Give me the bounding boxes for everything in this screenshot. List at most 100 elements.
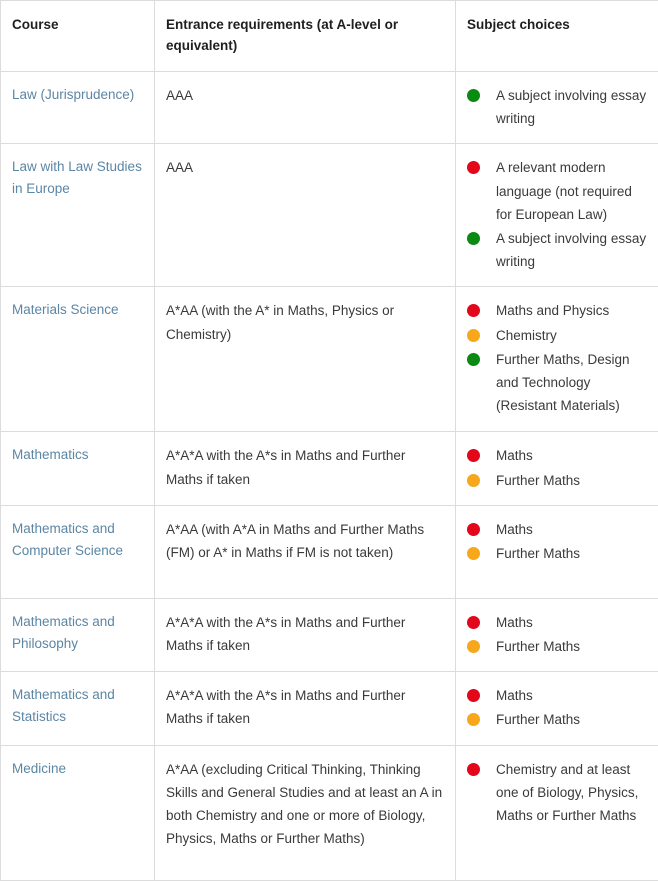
red-dot-icon xyxy=(467,689,480,702)
table-row: Mathematics and Computer Science A*AA (wi… xyxy=(1,505,658,598)
subject-choices-cell: Maths Further Maths xyxy=(456,432,658,505)
amber-dot-icon xyxy=(467,474,480,487)
subject-choice-label: Further Maths xyxy=(496,712,580,727)
subject-choices-cell: Maths Further Maths xyxy=(456,672,658,745)
column-header-course: Course xyxy=(1,1,155,72)
amber-dot-icon xyxy=(467,329,480,342)
subject-choice-list: Maths and Physics Chemistry Further Maths,… xyxy=(467,299,648,417)
subject-choice-list: A subject involving essay writing xyxy=(467,84,648,130)
table-header: Course Entrance requirements (at A-level… xyxy=(1,1,658,72)
course-name-cell: Medicine xyxy=(1,745,155,880)
subject-choice-label: Maths xyxy=(496,615,533,630)
red-dot-icon xyxy=(467,616,480,629)
course-link[interactable]: Materials Science xyxy=(12,302,119,317)
subject-choice-label: A subject involving essay writing xyxy=(496,231,646,269)
entrance-requirements-cell: AAA xyxy=(155,71,456,143)
subject-choice-label: Further Maths xyxy=(496,473,580,488)
table-row: Law with Law Studies in Europe AAA A relev… xyxy=(1,144,658,287)
green-dot-icon xyxy=(467,89,480,102)
table-row: Mathematics and Philosophy A*A*A with the… xyxy=(1,598,658,671)
table-row: Mathematics and Statistics A*A*A with the… xyxy=(1,672,658,745)
course-name-cell: Law (Jurisprudence) xyxy=(1,71,155,143)
entrance-requirements-cell: AAA xyxy=(155,144,456,287)
subject-choice-label: Maths xyxy=(496,688,533,703)
subject-choice-label: Maths and Physics xyxy=(496,303,609,318)
red-dot-icon xyxy=(467,763,480,776)
subject-choice-label: A subject involving essay writing xyxy=(496,88,646,126)
subject-choice-item: Further Maths xyxy=(467,542,648,565)
subject-choice-item: Chemistry and at least one of Biology, P… xyxy=(467,758,648,828)
subject-choice-item: A relevant modern language (not required… xyxy=(467,156,648,226)
course-link[interactable]: Law with Law Studies in Europe xyxy=(12,159,142,196)
subject-choice-item: Maths xyxy=(467,518,648,541)
subject-choice-item: Further Maths xyxy=(467,469,648,492)
subject-choices-cell: Maths Further Maths xyxy=(456,505,658,598)
course-link[interactable]: Mathematics xyxy=(12,447,89,462)
subject-choice-list: Maths Further Maths xyxy=(467,518,648,565)
red-dot-icon xyxy=(467,449,480,462)
entrance-requirements-cell: A*A*A with the A*s in Maths and Further … xyxy=(155,432,456,505)
subject-choice-item: Maths xyxy=(467,684,648,707)
subject-choice-item: A subject involving essay writing xyxy=(467,227,648,273)
course-link[interactable]: Mathematics and Philosophy xyxy=(12,614,115,651)
amber-dot-icon xyxy=(467,640,480,653)
column-header-subject-choices: Subject choices xyxy=(456,1,658,72)
subject-choice-label: Chemistry and at least one of Biology, P… xyxy=(496,762,638,823)
subject-choice-list: Maths Further Maths xyxy=(467,684,648,731)
subject-choice-item: Further Maths, Design and Technology (Re… xyxy=(467,348,648,418)
course-name-cell: Mathematics and Philosophy xyxy=(1,598,155,671)
course-name-cell: Materials Science xyxy=(1,287,155,432)
amber-dot-icon xyxy=(467,547,480,560)
course-requirements-table: Course Entrance requirements (at A-level… xyxy=(0,0,658,881)
subject-choices-cell: Chemistry and at least one of Biology, P… xyxy=(456,745,658,880)
course-name-cell: Mathematics and Computer Science xyxy=(1,505,155,598)
subject-choice-label: Further Maths, Design and Technology (Re… xyxy=(496,352,630,413)
subject-choice-label: Further Maths xyxy=(496,546,580,561)
course-link[interactable]: Law (Jurisprudence) xyxy=(12,87,134,102)
course-link[interactable]: Mathematics and Computer Science xyxy=(12,521,123,558)
column-header-entrance-requirements: Entrance requirements (at A-level or equ… xyxy=(155,1,456,72)
subject-choices-cell: A subject involving essay writing xyxy=(456,71,658,143)
entrance-requirements-cell: A*AA (with A*A in Maths and Further Math… xyxy=(155,505,456,598)
entrance-requirements-cell: A*AA (with the A* in Maths, Physics or C… xyxy=(155,287,456,432)
subject-choice-label: Further Maths xyxy=(496,639,580,654)
subject-choice-item: Chemistry xyxy=(467,324,648,347)
subject-choice-item: Maths and Physics xyxy=(467,299,648,322)
subject-choices-cell: A relevant modern language (not required… xyxy=(456,144,658,287)
table-body: Law (Jurisprudence) AAA A subject involvin… xyxy=(1,71,658,880)
subject-choice-label: Maths xyxy=(496,522,533,537)
entrance-requirements-cell: A*A*A with the A*s in Maths and Further … xyxy=(155,672,456,745)
subject-choice-item: A subject involving essay writing xyxy=(467,84,648,130)
amber-dot-icon xyxy=(467,713,480,726)
green-dot-icon xyxy=(467,353,480,366)
subject-choice-item: Further Maths xyxy=(467,635,648,658)
subject-choice-item: Further Maths xyxy=(467,708,648,731)
table-row: Law (Jurisprudence) AAA A subject involvin… xyxy=(1,71,658,143)
subject-choice-label: Chemistry xyxy=(496,328,557,343)
subject-choice-list: Chemistry and at least one of Biology, P… xyxy=(467,758,648,828)
subject-choice-label: Maths xyxy=(496,448,533,463)
table-row: Medicine A*AA (excluding Critical Thinkin… xyxy=(1,745,658,880)
subject-choice-item: Maths xyxy=(467,444,648,467)
table-row: Mathematics A*A*A with the A*s in Maths a… xyxy=(1,432,658,505)
subject-choice-list: A relevant modern language (not required… xyxy=(467,156,648,273)
subject-choice-list: Maths Further Maths xyxy=(467,444,648,491)
entrance-requirements-cell: A*AA (excluding Critical Thinking, Think… xyxy=(155,745,456,880)
subject-choices-cell: Maths Further Maths xyxy=(456,598,658,671)
red-dot-icon xyxy=(467,161,480,174)
course-name-cell: Mathematics xyxy=(1,432,155,505)
subject-choice-label: A relevant modern language (not required… xyxy=(496,160,632,221)
entrance-requirements-cell: A*A*A with the A*s in Maths and Further … xyxy=(155,598,456,671)
course-link[interactable]: Medicine xyxy=(12,761,66,776)
subject-choice-item: Maths xyxy=(467,611,648,634)
course-name-cell: Law with Law Studies in Europe xyxy=(1,144,155,287)
course-link[interactable]: Mathematics and Statistics xyxy=(12,687,115,724)
table-row: Materials Science A*AA (with the A* in Ma… xyxy=(1,287,658,432)
green-dot-icon xyxy=(467,232,480,245)
red-dot-icon xyxy=(467,304,480,317)
table-header-row: Course Entrance requirements (at A-level… xyxy=(1,1,658,72)
course-name-cell: Mathematics and Statistics xyxy=(1,672,155,745)
red-dot-icon xyxy=(467,523,480,536)
subject-choices-cell: Maths and Physics Chemistry Further Maths,… xyxy=(456,287,658,432)
subject-choice-list: Maths Further Maths xyxy=(467,611,648,658)
